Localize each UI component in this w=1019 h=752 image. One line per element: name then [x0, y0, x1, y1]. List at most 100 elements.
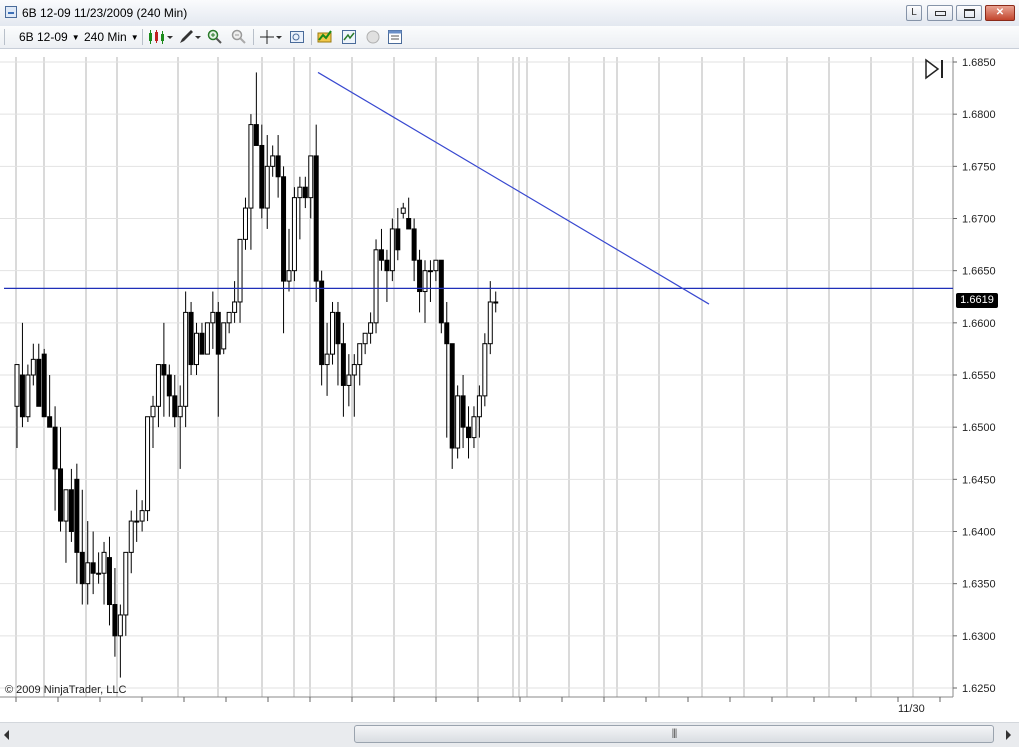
candle-down [90, 562, 96, 574]
candle-up [85, 562, 91, 585]
candle-up [204, 322, 210, 355]
price-label: 1.6250 [962, 683, 996, 695]
candle-up [373, 249, 379, 324]
time-axis-ticks [15, 697, 941, 702]
zoom-out-icon[interactable] [231, 29, 247, 45]
price-label: 1.6400 [962, 527, 996, 539]
price-label: 1.6550 [962, 370, 996, 382]
horizontal-scrollbar[interactable]: ||| [0, 722, 1019, 747]
properties-icon[interactable] [387, 29, 403, 45]
candle-down [161, 364, 167, 376]
minimize-button[interactable] [927, 5, 953, 21]
candle-down [253, 124, 259, 146]
candle-up [362, 332, 368, 345]
candle-up [183, 311, 189, 407]
minimize-icon [934, 11, 946, 16]
candle-down [493, 301, 499, 304]
scroll-left-arrow-icon[interactable] [4, 730, 9, 740]
candle-down [335, 311, 341, 345]
candle-up [232, 301, 238, 313]
candle-down [313, 155, 319, 282]
data-box-icon[interactable] [289, 29, 305, 45]
price-label: 1.6500 [962, 422, 996, 434]
price-label: 1.6850 [962, 57, 996, 69]
crosshair-icon[interactable] [259, 29, 283, 45]
candle-up [14, 364, 20, 407]
instrument-label: 6B 12-09 [19, 30, 68, 44]
chart-style-candlestick-icon[interactable] [148, 29, 174, 45]
candle-up [145, 416, 151, 512]
candle-down [74, 478, 80, 553]
horizontal-grid [0, 61, 953, 689]
window-title: 6B 12-09 11/23/2009 (240 Min) [22, 6, 188, 20]
candle-down [444, 322, 450, 345]
candle-down [58, 468, 64, 522]
drawing-tools-pencil-icon[interactable] [178, 29, 202, 45]
chart-toolbar: 6B 12-09 ▼ 240 Min ▼ [0, 26, 1019, 49]
maximize-icon [963, 9, 975, 18]
toolbar-separator [253, 29, 254, 45]
candle-up [194, 332, 200, 366]
candle-up [291, 197, 297, 272]
candle-up [155, 364, 161, 407]
candle-down [275, 155, 281, 178]
candle-up [123, 551, 129, 616]
candle-up [346, 374, 352, 386]
price-label: 1.6450 [962, 474, 996, 486]
interval-selector[interactable]: 240 Min ▼ [84, 29, 139, 45]
candle-up [286, 270, 292, 282]
candle-up [25, 374, 31, 418]
candle-up [389, 228, 395, 272]
candle-up [242, 207, 248, 240]
maximize-button[interactable] [956, 5, 982, 21]
candle-up [30, 358, 36, 376]
candle-up [150, 405, 156, 418]
price-label: 1.6300 [962, 631, 996, 643]
candle-down [302, 186, 308, 199]
scroll-right-arrow-icon[interactable] [1006, 730, 1011, 740]
toolbar-separator [142, 29, 143, 45]
candle-up [400, 207, 406, 214]
strategies-icon[interactable] [341, 29, 357, 45]
candle-down [41, 353, 47, 418]
candle-down [378, 249, 384, 261]
candle-up [297, 186, 303, 199]
candle-up [487, 301, 493, 345]
scroll-to-end-icon[interactable] [924, 58, 946, 80]
chevron-down-icon: ▼ [71, 33, 80, 42]
candle-up [351, 364, 357, 376]
zoom-in-icon[interactable] [207, 29, 223, 45]
scrollbar-thumb[interactable]: ||| [354, 725, 994, 743]
candle-down [19, 374, 25, 418]
candle-up [117, 614, 123, 637]
candle-up [128, 520, 134, 553]
price-chart[interactable]: 1.6850 1.6800 1.6750 1.6700 1.6650 1.6600 1.65… [0, 48, 1019, 722]
toolbar-grip [4, 29, 5, 45]
link-button[interactable]: L [906, 5, 922, 21]
candle-down [449, 343, 455, 449]
candle-up [270, 155, 276, 167]
instrument-selector[interactable]: 6B 12-09 ▼ [19, 29, 80, 45]
candle-down [340, 343, 346, 386]
copyright-text: © 2009 NinjaTrader, LLC [5, 684, 127, 696]
candle-down [466, 426, 472, 439]
candle-down [281, 176, 287, 282]
candle-up [427, 270, 433, 273]
candle-down [406, 218, 412, 230]
chart-window-icon [5, 6, 17, 18]
candle-up [210, 311, 216, 324]
disabled-circle-icon[interactable] [365, 29, 381, 45]
candle-down [188, 311, 194, 366]
indicators-icon[interactable] [317, 29, 333, 45]
candle-up [221, 322, 227, 350]
candle-up [324, 353, 330, 366]
interval-label: 240 Min [84, 30, 127, 44]
candle-up [433, 259, 439, 272]
candle-up [237, 238, 243, 303]
candle-up [455, 395, 461, 449]
candle-up [226, 311, 232, 324]
price-label: 1.6350 [962, 579, 996, 591]
candle-down [106, 557, 112, 606]
close-button[interactable]: ✕ [985, 5, 1015, 21]
candle-down [438, 259, 444, 324]
